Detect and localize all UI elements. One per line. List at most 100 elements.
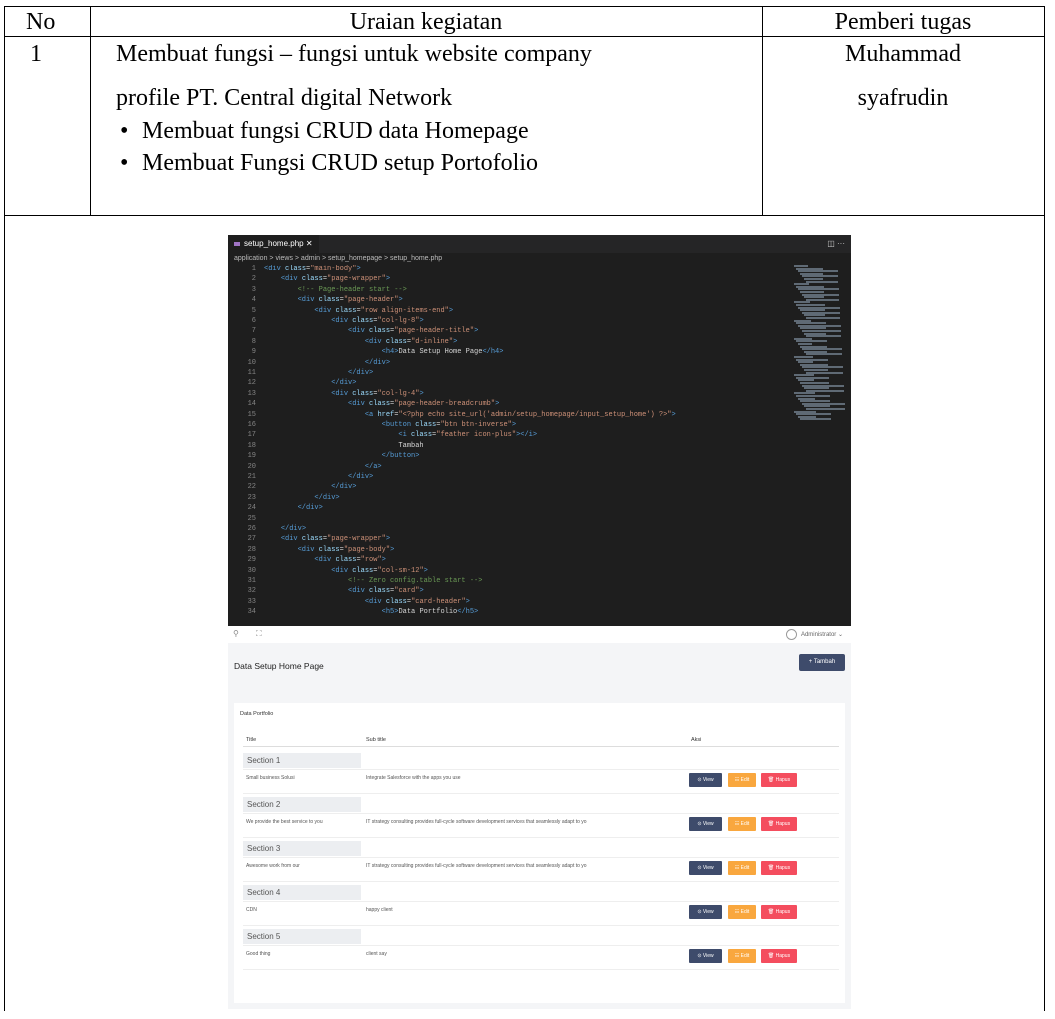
card-title: Data Portfolio [240, 711, 274, 717]
view-button[interactable]: ⊙ View [689, 773, 722, 787]
view-button[interactable]: ⊙ View [689, 817, 722, 831]
hapus-button[interactable]: 🗑 Hapus [761, 773, 797, 787]
assignee-line2: syafrudin [857, 85, 949, 111]
line-number: 16 [247, 421, 256, 429]
editor-tabbar: setup_home.php ✕ ◫ ··· [228, 235, 851, 253]
code-line[interactable]: 22 </div> [228, 483, 788, 492]
edit-button[interactable]: ☷ Edit [728, 817, 756, 831]
code-line[interactable]: 27 <div class="page-wrapper"> [228, 535, 788, 544]
code-text: </div> [314, 493, 340, 502]
code-line[interactable]: 5 <div class="row align-items-end"> [228, 307, 788, 316]
line-number: 10 [247, 358, 256, 367]
split-editor-icon[interactable]: ◫ ··· [827, 235, 845, 253]
code-line[interactable]: 30 <div class="col-sm-12"> [228, 567, 788, 576]
code-text: <div class="page-wrapper"> [280, 535, 391, 544]
bullet-item: • Membuat fungsi CRUD data Homepage [120, 118, 529, 144]
code-line[interactable]: 31 <!-- Zero config.table start --> [228, 577, 788, 586]
header-pemberi: Pemberi tugas [834, 9, 972, 35]
close-icon[interactable]: ✕ [306, 239, 313, 248]
minimap[interactable] [788, 265, 850, 425]
code-line[interactable]: 34 <h5>Data Portfolio</h5> [228, 608, 788, 617]
code-line[interactable]: 16 <button class="btn btn-inverse"> [228, 421, 788, 430]
code-line[interactable]: 13 <div class="col-lg-4"> [228, 390, 788, 399]
line-number: 34 [247, 608, 256, 617]
code-line[interactable]: 24 </div> [228, 504, 788, 513]
line-number: 33 [247, 597, 256, 606]
tambah-button[interactable]: + Tambah [799, 654, 845, 671]
search-icon[interactable]: ⚲ [233, 629, 239, 638]
code-text: </div> [331, 379, 357, 388]
row-rule [243, 813, 839, 814]
code-line[interactable]: 29 <div class="row"> [228, 556, 788, 565]
minimap-line [800, 418, 831, 421]
hapus-button[interactable]: 🗑 Hapus [761, 861, 797, 875]
hapus-button[interactable]: 🗑 Hapus [761, 817, 797, 831]
code-line[interactable]: 1 <div class="main-body"> [228, 265, 788, 274]
header-no: No [26, 9, 56, 35]
user-menu[interactable]: Administrator ⌄ [785, 629, 843, 640]
line-number: 30 [247, 566, 256, 575]
line-number: 24 [247, 504, 256, 513]
header-uraian: Uraian kegiatan [349, 9, 503, 35]
edit-button[interactable]: ☷ Edit [728, 773, 756, 787]
view-button[interactable]: ⊙ View [689, 949, 722, 963]
code-line[interactable]: 12 </div> [228, 379, 788, 388]
code-line[interactable]: 25 [228, 515, 788, 524]
row-rule [243, 969, 839, 970]
code-line[interactable]: 18 Tambah [228, 442, 788, 451]
line-number: 19 [247, 452, 256, 461]
view-button[interactable]: ⊙ View [689, 861, 722, 875]
code-line[interactable]: 33 <div class="card-header"> [228, 598, 788, 607]
page-title: Data Setup Home Page [234, 661, 324, 671]
code-line[interactable]: 28 <div class="page-body"> [228, 546, 788, 555]
col-divider-1 [90, 6, 91, 216]
code-line[interactable]: 32 <div class="card"> [228, 587, 788, 596]
hapus-button[interactable]: 🗑 Hapus [761, 949, 797, 963]
edit-button[interactable]: ☷ Edit [728, 949, 756, 963]
code-line[interactable]: 14 <div class="page-header-breadcrumb"> [228, 400, 788, 409]
code-line[interactable]: 9 <h4>Data Setup Home Page</h4> [228, 348, 788, 357]
editor-tab[interactable]: setup_home.php ✕ [228, 235, 319, 253]
code-text: <div class="page-header"> [297, 296, 403, 305]
row-subtitle: IT strategy consulting provides full-cyc… [366, 819, 587, 825]
line-number: 21 [247, 473, 256, 481]
view-button[interactable]: ⊙ View [689, 905, 722, 919]
code-line[interactable]: 26 </div> [228, 525, 788, 534]
editor-breadcrumb: application > views > admin > setup_home… [234, 255, 443, 262]
fullscreen-icon[interactable]: ⛶ [256, 629, 262, 639]
code-line[interactable]: 4 <div class="page-header"> [228, 296, 788, 305]
hapus-button[interactable]: 🗑 Hapus [761, 905, 797, 919]
edit-button[interactable]: ☷ Edit [728, 861, 756, 875]
code-line[interactable]: 23 </div> [228, 494, 788, 503]
code-line[interactable]: 8 <div class="d-inline"> [228, 338, 788, 347]
code-text: <div class="main-body"> [264, 265, 361, 273]
code-text: <div class="row"> [314, 556, 386, 565]
line-number: 6 [251, 317, 256, 325]
code-line[interactable]: 20 </a> [228, 463, 788, 472]
code-line[interactable]: 6 <div class="col-lg-8"> [228, 317, 788, 326]
code-text: </div> [297, 504, 323, 513]
code-line[interactable]: 15 <a href="<?php echo site_url('admin/s… [228, 411, 788, 420]
line-number: 1 [251, 265, 256, 273]
section-label: Section 3 [243, 841, 361, 856]
code-line[interactable]: 10 </div> [228, 359, 788, 368]
row-title: Awesome work from our [246, 863, 300, 869]
code-line[interactable]: 3 <!-- Page-header start --> [228, 286, 788, 295]
code-text: Tambah [264, 441, 424, 450]
column-aksi: Aksi [691, 737, 702, 743]
code-line[interactable]: 17 <i class="feather icon-plus"></i> [228, 431, 788, 440]
code-area[interactable]: 1 <div class="main-body"> 2 <div class="pa… [228, 265, 788, 626]
code-line[interactable]: 11 </div> [228, 369, 788, 378]
code-text: <div class="card-header"> [364, 597, 470, 606]
code-text: </div> [364, 358, 391, 367]
code-line[interactable]: 2 <div class="page-wrapper"> [228, 275, 788, 284]
code-text: <!-- Page-header start --> [297, 285, 407, 294]
code-line[interactable]: 7 <div class="page-header-title"> [228, 327, 788, 336]
row-rule [243, 857, 839, 858]
table-border-right [1044, 6, 1045, 1011]
code-line[interactable]: 19 </button> [228, 452, 788, 461]
code-text: </a> [364, 462, 382, 471]
edit-button[interactable]: ☷ Edit [728, 905, 756, 919]
section-label: Section 5 [243, 929, 361, 944]
code-line[interactable]: 21 </div> [228, 473, 788, 482]
